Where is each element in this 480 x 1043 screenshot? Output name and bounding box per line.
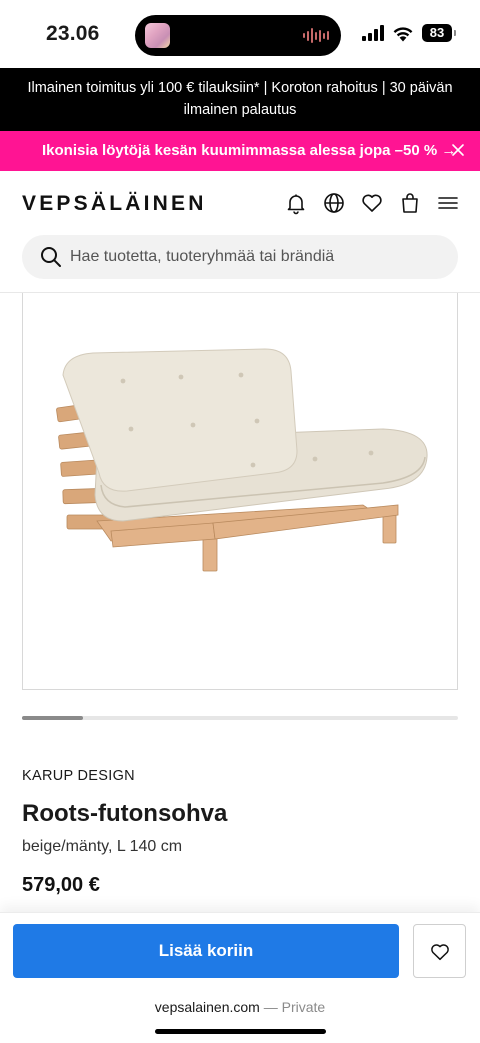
url-domain: vepsalainen.com: [154, 999, 260, 1015]
shipping-promo-text: Ilmainen toimitus yli 100 € tilauksiin* …: [27, 80, 453, 118]
heart-icon[interactable]: [360, 191, 384, 215]
status-bar: 23.06 83: [0, 0, 480, 68]
heart-icon: [431, 944, 449, 961]
add-to-wishlist-button[interactable]: [413, 924, 466, 978]
product-brand[interactable]: KARUP DESIGN: [22, 768, 135, 784]
url-display[interactable]: vepsalainen.com — Private: [0, 999, 480, 1015]
private-mode-label: — Private: [263, 999, 326, 1015]
now-playing-artwork: [145, 23, 170, 48]
globe-icon[interactable]: [322, 191, 346, 215]
sale-promo-banner[interactable]: Ikonisia löytöjä kesän kuumimmassa aless…: [0, 131, 480, 171]
close-icon[interactable]: [448, 140, 468, 160]
product-image[interactable]: [53, 345, 433, 585]
site-logo[interactable]: VEPSÄLÄINEN: [22, 192, 207, 216]
battery-icon: 83: [422, 24, 456, 42]
search-bar[interactable]: [22, 235, 458, 279]
carousel-scroll-thumb[interactable]: [22, 716, 83, 720]
add-to-cart-button[interactable]: Lisää koriin: [13, 924, 399, 978]
home-indicator[interactable]: [155, 1029, 326, 1034]
header-actions: [284, 191, 460, 215]
product-variant: beige/mänty, L 140 cm: [22, 838, 183, 855]
bell-icon[interactable]: [284, 191, 308, 215]
image-carousel-scrollbar[interactable]: [22, 716, 458, 720]
product-image-gallery[interactable]: [22, 293, 458, 690]
status-time: 23.06: [46, 22, 100, 45]
site-header: VEPSÄLÄINEN: [0, 171, 480, 293]
search-input[interactable]: [70, 235, 450, 279]
status-icons: 83: [362, 24, 456, 42]
audio-waveform-icon: [303, 27, 329, 44]
product-title: Roots-futonsohva: [22, 800, 228, 827]
browser-address-bar[interactable]: vepsalainen.com — Private: [0, 988, 480, 1043]
menu-icon[interactable]: [436, 191, 460, 215]
wifi-icon: [393, 26, 413, 41]
shipping-promo-banner[interactable]: Ilmainen toimitus yli 100 € tilauksiin* …: [0, 68, 480, 131]
dynamic-island[interactable]: [135, 15, 341, 56]
product-price: 579,00 €: [22, 874, 100, 896]
sale-promo-link[interactable]: Ikonisia löytöjä kesän kuumimmassa aless…: [42, 142, 456, 159]
search-icon: [41, 247, 61, 267]
sticky-cart-bar: Lisää koriin: [0, 912, 480, 988]
cellular-signal-icon: [362, 25, 384, 41]
battery-level: 83: [429, 25, 445, 40]
shopping-bag-icon[interactable]: [398, 191, 422, 215]
